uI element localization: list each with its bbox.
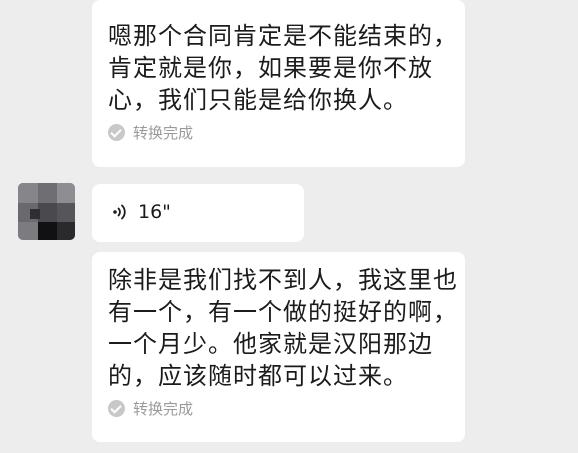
status-label: 转换完成	[133, 399, 194, 418]
voice-wave-icon	[113, 204, 126, 220]
message-text: 嗯那个合同肯定是不能结束的， 肯定就是你，如果要是你不放 心，我们只能是给你换人…	[108, 20, 458, 116]
message-line: 心，我们只能是给你换人。	[108, 86, 408, 114]
message-line: 嗯那个合同肯定是不能结束的，	[108, 22, 458, 50]
message-line: 除非是我们找不到人，我这里也	[108, 266, 458, 294]
check-circle-icon	[108, 399, 125, 417]
message-line: 一个月少。他家就是汉阳那边	[108, 330, 433, 358]
voice-duration: 16"	[138, 201, 171, 223]
avatar[interactable]	[18, 183, 75, 240]
message-bubble-transcribed-2[interactable]: 除非是我们找不到人，我这里也 有一个，有一个做的挺好的啊， 一个月少。他家就是汉…	[92, 252, 465, 442]
check-circle-icon	[108, 123, 125, 141]
message-bubble-transcribed-1[interactable]: 嗯那个合同肯定是不能结束的， 肯定就是你，如果要是你不放 心，我们只能是给你换人…	[92, 0, 465, 167]
transcription-status: 转换完成	[108, 398, 449, 418]
status-label: 转换完成	[133, 123, 194, 142]
message-line: 有一个，有一个做的挺好的啊，	[108, 298, 458, 326]
voice-message-bubble[interactable]: 16"	[92, 184, 304, 242]
voice-message-row: 16"	[112, 201, 171, 223]
message-line: 肯定就是你，如果要是你不放	[108, 54, 433, 82]
message-line: 的，应该随时都可以过来。	[108, 362, 408, 390]
message-text: 除非是我们找不到人，我这里也 有一个，有一个做的挺好的啊， 一个月少。他家就是汉…	[108, 264, 458, 392]
transcription-status: 转换完成	[108, 122, 449, 142]
